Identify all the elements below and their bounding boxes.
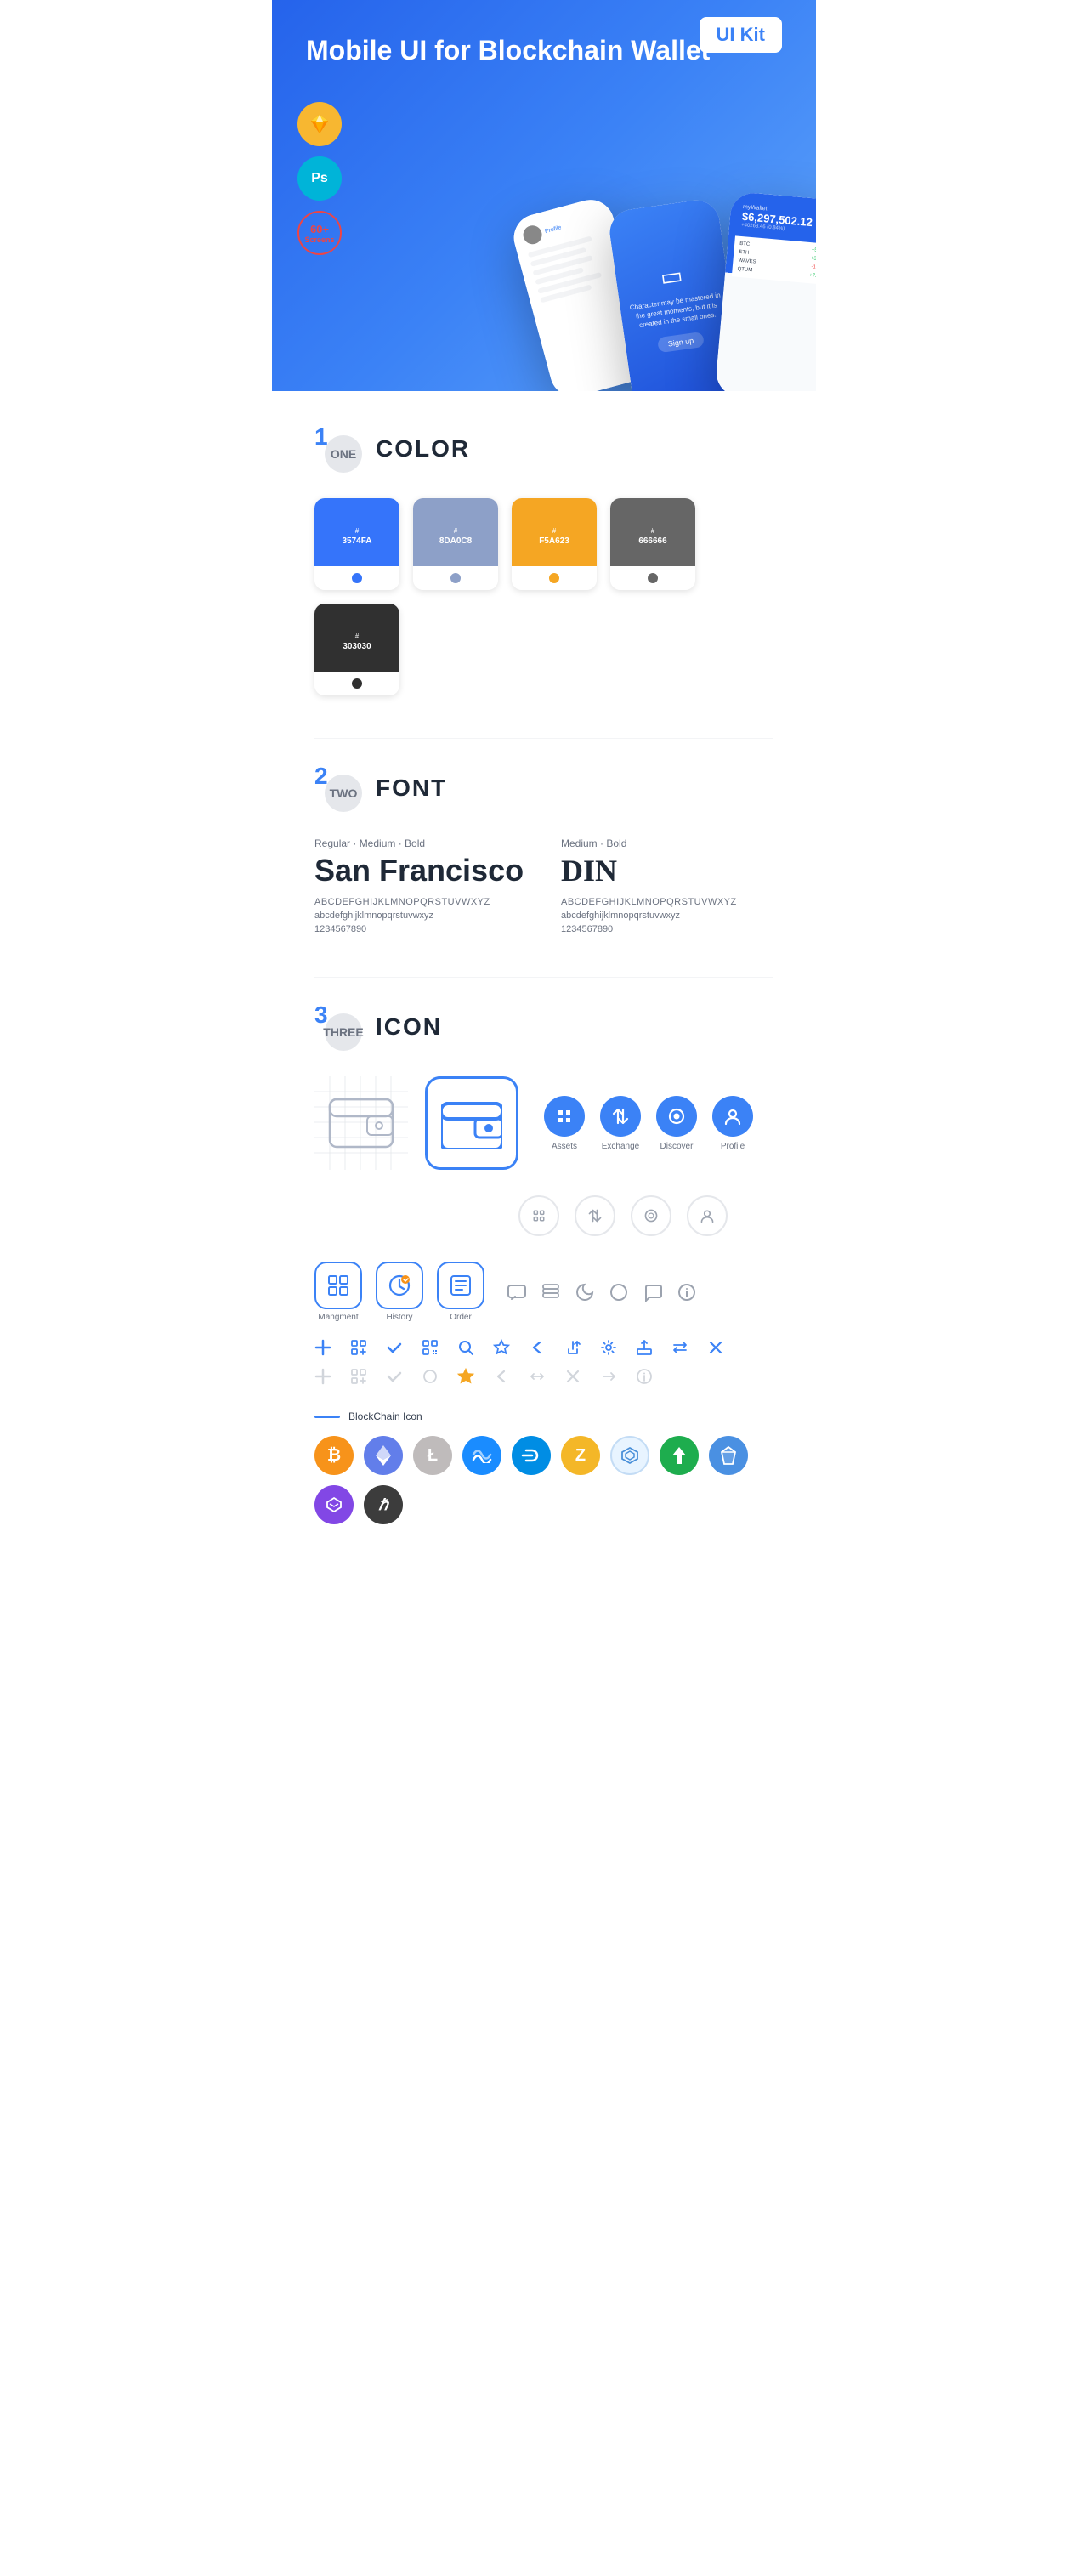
font-section-header: 2 TWO FONT bbox=[314, 764, 774, 812]
hero-title-bold: Wallet bbox=[631, 35, 710, 65]
zcash-icon: Z bbox=[561, 1436, 600, 1475]
circle-icon bbox=[609, 1282, 629, 1302]
check-icon bbox=[386, 1339, 403, 1356]
nav-outline-assets bbox=[518, 1195, 559, 1236]
main-content: 1 ONE COLOR # 3574FA # 8DA0C8 bbox=[272, 391, 816, 1601]
app-icons-row: Mangment History Order bbox=[314, 1262, 774, 1322]
settings-icon bbox=[600, 1339, 617, 1356]
nano-icon bbox=[709, 1436, 748, 1475]
layers-icon bbox=[541, 1282, 561, 1302]
info-grey-icon bbox=[636, 1368, 653, 1385]
search-icon bbox=[457, 1339, 474, 1356]
nav-icon-assets: Assets bbox=[544, 1096, 585, 1151]
nav-icon-exchange: Exchange bbox=[600, 1096, 641, 1151]
arrow-right-grey-icon bbox=[600, 1368, 617, 1385]
close-icon bbox=[707, 1339, 724, 1356]
blockchain-line bbox=[314, 1416, 340, 1418]
app-icon-order: Order bbox=[437, 1262, 484, 1322]
message-icon bbox=[643, 1282, 663, 1302]
plus-icon bbox=[314, 1339, 332, 1356]
icon-section-number: 3 THREE bbox=[314, 1003, 362, 1051]
wallet-colored-icon bbox=[425, 1076, 518, 1170]
ps-badge: Ps bbox=[298, 156, 342, 201]
check-grey-icon bbox=[386, 1368, 403, 1385]
swatch-orange: # F5A623 bbox=[512, 498, 597, 590]
phone-mockups: Profile ▭ Character may bbox=[536, 204, 816, 391]
swatch-dark: # 303030 bbox=[314, 604, 400, 695]
ui-kit-badge: UI Kit bbox=[700, 17, 782, 53]
nav-icon-profile: Profile bbox=[712, 1096, 753, 1151]
tool-icons-grey bbox=[314, 1368, 774, 1385]
color-section: 1 ONE COLOR # 3574FA # 8DA0C8 bbox=[314, 425, 774, 695]
sketch-badge bbox=[298, 102, 342, 146]
swatch-blue: # 3574FA bbox=[314, 498, 400, 590]
crypto-icons-row: ₿ Ł Z bbox=[314, 1436, 774, 1524]
swatch-grey: # 666666 bbox=[610, 498, 695, 590]
circle-grey-icon bbox=[422, 1368, 439, 1385]
icon-display-row: Assets Exchange Discover bbox=[314, 1076, 774, 1170]
font-section-number: 2 TWO bbox=[314, 764, 362, 812]
eth-icon bbox=[364, 1436, 403, 1475]
icon-section-title: ICON bbox=[376, 1013, 442, 1041]
chevron-grey-icon bbox=[493, 1368, 510, 1385]
font-din: Medium · Bold DIN ABCDEFGHIJKLMNOPQRSTUV… bbox=[561, 837, 774, 934]
blockchain-label: BlockChain Icon bbox=[314, 1410, 774, 1422]
tool-badges: Ps 60+ Screens bbox=[298, 102, 342, 255]
nav-icons-colored: Assets Exchange Discover bbox=[544, 1096, 753, 1151]
nav-outline-exchange bbox=[575, 1195, 615, 1236]
matic-icon bbox=[314, 1485, 354, 1524]
chevron-left-icon bbox=[529, 1339, 546, 1356]
share-icon bbox=[564, 1339, 581, 1356]
grid-icon bbox=[610, 1436, 649, 1475]
ltc-icon: Ł bbox=[413, 1436, 452, 1475]
siacoin-icon bbox=[660, 1436, 699, 1475]
color-section-title: COLOR bbox=[376, 435, 470, 462]
app-icon-history: History bbox=[376, 1262, 423, 1322]
transfer-icon bbox=[672, 1339, 688, 1356]
icon-section-header: 3 THREE ICON bbox=[314, 1003, 774, 1051]
font-san-francisco: Regular · Medium · Bold San Francisco AB… bbox=[314, 837, 527, 934]
star-active-icon bbox=[457, 1368, 474, 1385]
waves-icon bbox=[462, 1436, 502, 1475]
wallet-wireframe-icon bbox=[314, 1076, 408, 1170]
font-section-title: FONT bbox=[376, 775, 447, 802]
nav-outline-discover bbox=[631, 1195, 672, 1236]
nav-icons-outline bbox=[518, 1195, 774, 1236]
info-icon bbox=[677, 1282, 697, 1302]
hero-title-regular: Mobile UI for Blockchain bbox=[306, 35, 631, 65]
tool-icons-colored bbox=[314, 1339, 774, 1356]
dash-icon bbox=[512, 1436, 551, 1475]
x-grey-icon bbox=[564, 1368, 581, 1385]
nav-outline-profile bbox=[687, 1195, 728, 1236]
plus-grey-icon bbox=[314, 1368, 332, 1385]
misc-icons-row bbox=[507, 1282, 697, 1302]
upload-icon bbox=[636, 1339, 653, 1356]
color-section-header: 1 ONE COLOR bbox=[314, 425, 774, 473]
chat-icon bbox=[507, 1282, 527, 1302]
blockchain-section: BlockChain Icon ₿ Ł bbox=[314, 1410, 774, 1524]
font-grid: Regular · Medium · Bold San Francisco AB… bbox=[314, 837, 774, 934]
star-icon bbox=[493, 1339, 510, 1356]
color-swatches-container: # 3574FA # 8DA0C8 # F5A623 bbox=[314, 498, 774, 695]
nav-icon-discover: Discover bbox=[656, 1096, 697, 1151]
swatch-grey-blue: # 8DA0C8 bbox=[413, 498, 498, 590]
font-section: 2 TWO FONT Regular · Medium · Bold San F… bbox=[314, 764, 774, 934]
btc-icon: ₿ bbox=[314, 1436, 354, 1475]
screens-badge: 60+ Screens bbox=[298, 211, 342, 255]
color-section-number: 1 ONE bbox=[314, 425, 362, 473]
grid-grey-icon bbox=[350, 1368, 367, 1385]
phone-mockup-3: myWallet $6,297,502.12 +40263.46 (0.84%)… bbox=[715, 191, 816, 391]
hbar-icon: ℏ bbox=[364, 1485, 403, 1524]
icon-section: 3 THREE ICON bbox=[314, 1003, 774, 1524]
qr-icon bbox=[422, 1339, 439, 1356]
arrows-grey-icon bbox=[529, 1368, 546, 1385]
grid-add-icon bbox=[350, 1339, 367, 1356]
moon-icon bbox=[575, 1282, 595, 1302]
hero-section: Mobile UI for Blockchain Wallet UI Kit P… bbox=[272, 0, 816, 391]
app-icon-management: Mangment bbox=[314, 1262, 362, 1322]
